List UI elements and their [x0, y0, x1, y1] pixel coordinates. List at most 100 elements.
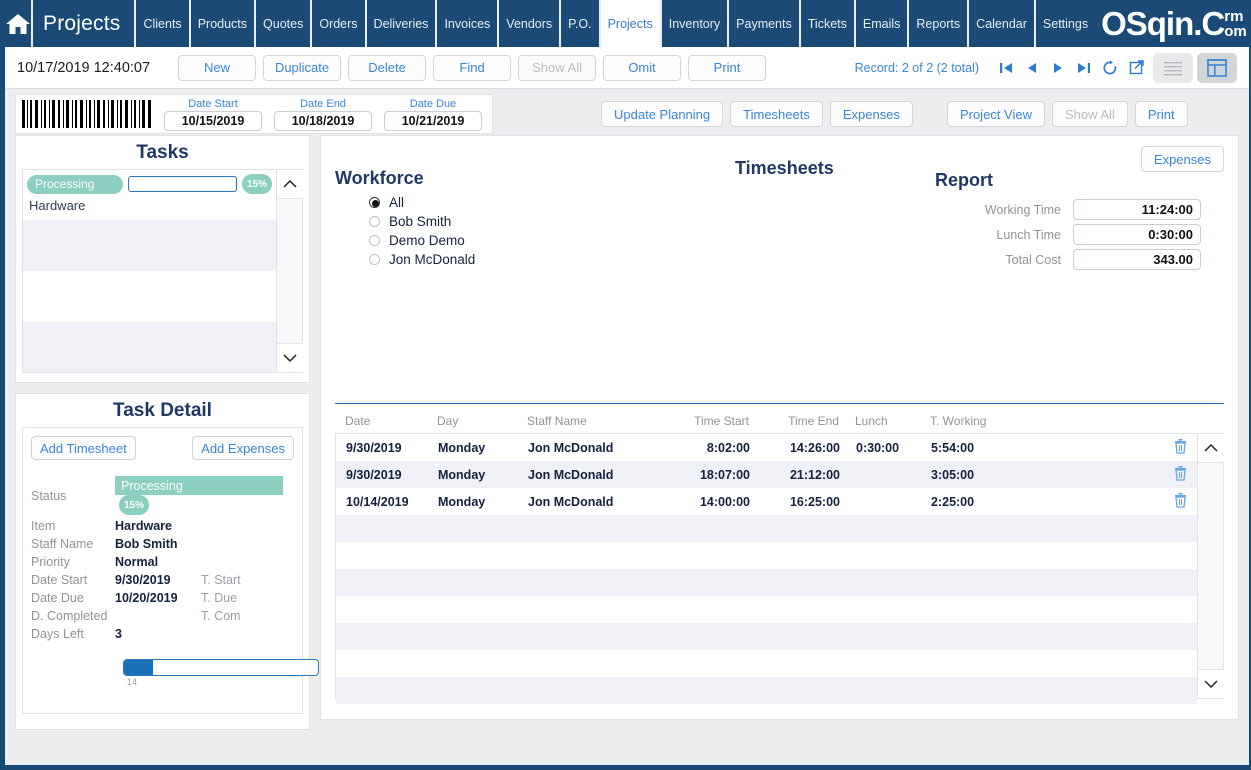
add-expenses-button[interactable]: Add Expenses — [192, 436, 294, 460]
refresh-icon[interactable] — [1097, 55, 1123, 81]
cell-date: 9/30/2019 — [346, 440, 402, 455]
project-toolbar: Date Start 10/15/2019 Date End 10/18/201… — [5, 89, 1249, 135]
list-view-icon[interactable] — [1153, 52, 1193, 83]
expenses-panel-button[interactable]: Expenses — [1140, 146, 1224, 172]
table-row-blank[interactable] — [336, 650, 1197, 677]
table-row-blank[interactable] — [336, 596, 1197, 623]
home-button[interactable] — [5, 0, 33, 47]
tasks-panel-title: Tasks — [136, 142, 189, 163]
delete-button[interactable]: Delete — [348, 54, 427, 81]
date-end-field[interactable]: Date End 10/18/2019 — [274, 98, 372, 131]
new-button[interactable]: New — [178, 54, 257, 81]
task-list-item-blank[interactable] — [23, 322, 276, 372]
trash-icon[interactable] — [1174, 492, 1187, 511]
nav-tab-po[interactable]: P.O. — [559, 0, 598, 47]
table-row[interactable]: 9/30/2019 Monday Jon McDonald 8:02:00 14… — [336, 434, 1197, 461]
nav-tab-clients[interactable]: Clients — [134, 0, 188, 47]
date-start-value[interactable]: 10/15/2019 — [164, 110, 262, 131]
nav-tab-settings[interactable]: Settings — [1033, 0, 1095, 47]
show-all-button-2: Show All — [1051, 101, 1128, 127]
workforce-option-label: Demo Demo — [389, 233, 465, 248]
task-list-item[interactable]: Processing 15% Hardware — [23, 170, 276, 220]
trash-icon[interactable] — [1174, 438, 1187, 457]
expenses-button[interactable]: Expenses — [829, 101, 913, 127]
workforce-block: Workforce All Bob Smith Demo Demo Jon Mc… — [335, 146, 665, 401]
radio-icon-demo-demo[interactable] — [369, 235, 380, 246]
task-detail-row-item: Item Hardware — [31, 517, 294, 535]
print-button-2[interactable]: Print — [1134, 101, 1188, 127]
nav-tab-payments[interactable]: Payments — [727, 0, 799, 47]
workforce-option-bob-smith[interactable]: Bob Smith — [335, 212, 665, 231]
trash-icon[interactable] — [1174, 465, 1187, 484]
last-record-icon[interactable] — [1071, 55, 1097, 81]
table-row-blank[interactable] — [336, 515, 1197, 542]
workforce-option-jon-mcdonald[interactable]: Jon McDonald — [335, 250, 665, 269]
date-due-field[interactable]: Date Due 10/21/2019 — [384, 98, 482, 131]
radio-icon-all[interactable] — [369, 197, 380, 208]
table-row-blank[interactable] — [336, 677, 1197, 704]
table-row-blank[interactable] — [336, 569, 1197, 596]
next-record-icon[interactable] — [1045, 55, 1071, 81]
chevron-up-icon[interactable] — [1197, 434, 1224, 462]
find-button[interactable]: Find — [433, 54, 512, 81]
task-list-item-blank[interactable] — [23, 220, 276, 271]
chevron-up-icon[interactable] — [276, 170, 303, 198]
previous-record-icon[interactable] — [1019, 55, 1045, 81]
chevron-down-icon[interactable] — [1197, 670, 1224, 698]
timesheets-button[interactable]: Timesheets — [730, 101, 823, 127]
delete-row-button[interactable] — [1041, 492, 1197, 511]
form-view-icon[interactable] — [1197, 52, 1237, 83]
tasks-scrollbar[interactable] — [276, 170, 303, 372]
date-due-value[interactable]: 10/21/2019 — [384, 110, 482, 131]
delete-row-button[interactable] — [1041, 438, 1197, 457]
main-content: Tasks Processing 15% Hardware Task Detai… — [5, 135, 1249, 730]
table-row[interactable]: 10/14/2019 Monday Jon McDonald 14:00:00 … — [336, 488, 1197, 515]
omit-button[interactable]: Omit — [603, 54, 682, 81]
nav-tab-projects[interactable]: Projects — [598, 0, 660, 47]
radio-icon-bob-smith[interactable] — [369, 216, 380, 227]
print-button[interactable]: Print — [688, 54, 767, 81]
workforce-option-demo-demo[interactable]: Demo Demo — [335, 231, 665, 250]
timesheets-scrollbar[interactable] — [1197, 434, 1224, 698]
nav-tab-quotes[interactable]: Quotes — [254, 0, 310, 47]
record-toolbar: 10/17/2019 12:40:07 New Duplicate Delete… — [5, 47, 1249, 89]
tasks-scroll-track[interactable] — [277, 198, 302, 344]
nav-tab-calendar[interactable]: Calendar — [967, 0, 1034, 47]
project-view-button[interactable]: Project View — [946, 101, 1045, 127]
timesheets-scroll-track[interactable] — [1198, 462, 1223, 670]
nav-tab-invoices[interactable]: Invoices — [435, 0, 497, 47]
chevron-down-icon[interactable] — [276, 344, 303, 372]
update-planning-button[interactable]: Update Planning — [601, 101, 724, 127]
view-actions: Project View Show All Print — [946, 101, 1188, 127]
radio-icon-jon-mcdonald[interactable] — [369, 254, 380, 265]
task-detail-row-date-start: Date Start 9/30/2019 T. Start — [31, 571, 294, 589]
nav-tab-vendors[interactable]: Vendors — [497, 0, 559, 47]
date-end-value[interactable]: 10/18/2019 — [274, 110, 372, 131]
nav-tab-emails[interactable]: Emails — [853, 0, 908, 47]
show-all-button: Show All — [518, 54, 597, 81]
task-detail-actions: Add Timesheet Add Expenses — [31, 436, 294, 460]
task-detail-progress-fill — [124, 660, 154, 675]
duplicate-button[interactable]: Duplicate — [263, 54, 342, 81]
delete-row-button[interactable] — [1041, 465, 1197, 484]
nav-tab-inventory[interactable]: Inventory — [659, 0, 727, 47]
workforce-option-all[interactable]: All — [335, 193, 665, 212]
nav-tab-tickets[interactable]: Tickets — [798, 0, 854, 47]
total-cost-value: 343.00 — [1073, 249, 1201, 270]
table-row[interactable]: 9/30/2019 Monday Jon McDonald 18:07:00 2… — [336, 461, 1197, 488]
nav-tab-reports[interactable]: Reports — [907, 0, 967, 47]
date-start-field[interactable]: Date Start 10/15/2019 — [164, 98, 262, 131]
table-row-blank[interactable] — [336, 623, 1197, 650]
open-external-icon[interactable] — [1123, 55, 1149, 81]
table-row-blank[interactable] — [336, 542, 1197, 569]
first-record-icon[interactable] — [993, 55, 1019, 81]
add-timesheet-button[interactable]: Add Timesheet — [31, 436, 136, 460]
date-start-label: Date Start — [188, 97, 238, 110]
nav-tab-products[interactable]: Products — [188, 0, 254, 47]
column-header-staff-name: Staff Name — [527, 414, 587, 428]
cell-time-end: 14:26:00 — [789, 440, 840, 455]
nav-tab-deliveries[interactable]: Deliveries — [364, 0, 436, 47]
workforce-option-label: Jon McDonald — [389, 252, 476, 267]
task-list-item-blank[interactable] — [23, 271, 276, 322]
nav-tab-orders[interactable]: Orders — [310, 0, 364, 47]
